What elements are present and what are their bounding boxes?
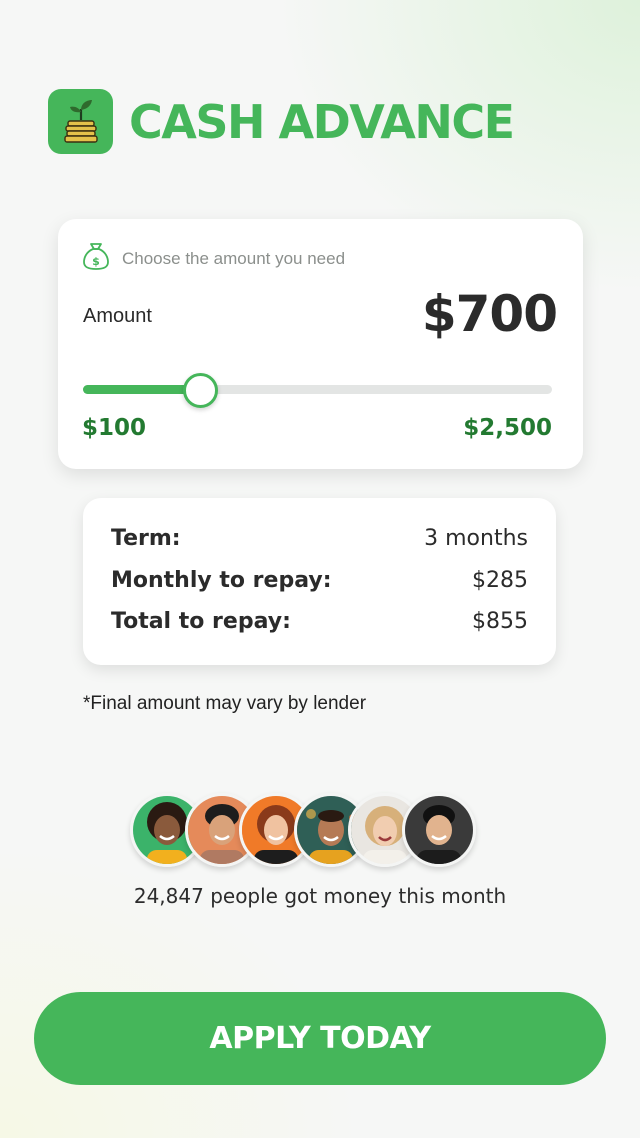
amount-prompt: Choose the amount you need <box>122 248 346 268</box>
app-title: CASH ADVANCE <box>129 94 515 149</box>
monthly-repay-label: Monthly to repay: <box>111 568 332 593</box>
app-header: CASH ADVANCE <box>48 89 515 154</box>
apply-today-button[interactable]: APPLY TODAY <box>34 992 606 1085</box>
slider-thumb[interactable] <box>183 373 219 408</box>
avatar <box>402 793 476 867</box>
amount-card: $ Choose the amount you need Amount $700… <box>58 219 583 469</box>
social-proof-text: 24,847 people got money this month <box>133 884 507 908</box>
amount-prompt-row: $ Choose the amount you need <box>82 241 345 276</box>
slider-max-label: $2,500 <box>463 415 552 441</box>
repayment-summary-card: Term: 3 months Monthly to repay: $285 To… <box>83 498 556 665</box>
total-repay-label: Total to repay: <box>111 609 291 634</box>
total-repay-row: Total to repay: $855 <box>111 609 528 634</box>
amount-value: $700 <box>421 285 558 343</box>
amount-label: Amount <box>83 305 152 327</box>
term-row: Term: 3 months <box>111 526 528 551</box>
monthly-repay-row: Monthly to repay: $285 <box>111 568 528 593</box>
money-plant-icon <box>48 89 113 154</box>
avatar-group <box>130 793 490 873</box>
term-label: Term: <box>111 526 181 551</box>
amount-slider[interactable] <box>83 373 552 408</box>
monthly-repay-value: $285 <box>472 568 528 593</box>
total-repay-value: $855 <box>472 609 528 634</box>
money-bag-icon: $ <box>82 241 110 276</box>
slider-min-label: $100 <box>82 415 147 441</box>
term-value: 3 months <box>424 526 528 551</box>
svg-text:$: $ <box>92 255 100 268</box>
disclaimer: *Final amount may vary by lender <box>83 693 367 714</box>
